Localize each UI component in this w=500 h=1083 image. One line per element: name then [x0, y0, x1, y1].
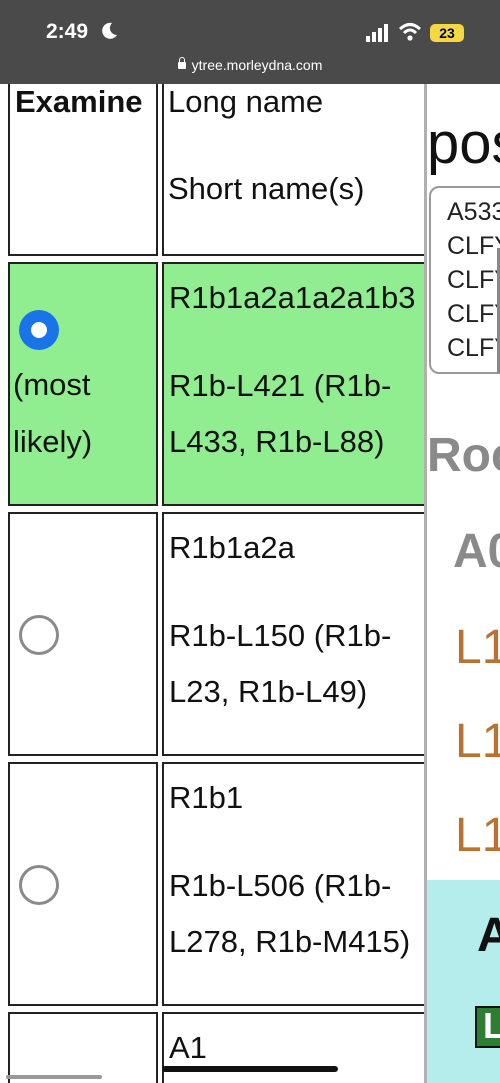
wifi-icon	[398, 23, 422, 41]
status-bar: 2:49 23 ytree.morleydna.com	[0, 0, 500, 84]
cyan-section: A L	[427, 880, 500, 1083]
right-panel: pos A533 CLFY CLFY CLFY CLFY Roc A0 L1 L…	[424, 84, 500, 1083]
header-examine-label: Examine	[15, 84, 143, 119]
header-examine: Examine	[8, 84, 158, 256]
lock-icon	[177, 57, 186, 69]
l1-link[interactable]: L1	[455, 808, 500, 863]
row-2-radio[interactable]	[19, 615, 59, 655]
l1-link[interactable]: L1	[455, 620, 500, 675]
table-row-4-examine	[8, 1012, 158, 1083]
row-2-short-1: R1b-L150 (R1b-	[169, 618, 392, 653]
row-3-long-name: R1b1	[169, 780, 244, 815]
table-row-3-examine	[8, 762, 158, 1006]
positions-listbox[interactable]: A533 CLFY CLFY CLFY CLFY	[429, 186, 500, 374]
green-badge[interactable]: L	[475, 1005, 500, 1048]
header-short-names: Short name(s)	[168, 171, 365, 206]
table-row-2-examine	[8, 512, 158, 756]
table-row-1-names: R1b1a2a1a2a1b3 R1b-L421 (R1b- L433, R1b-…	[162, 262, 424, 506]
moon-icon	[102, 22, 117, 39]
row-1-note-2: likely)	[13, 424, 93, 459]
row-4-long-name: A1	[169, 1030, 207, 1065]
section-heading-roc: Roc	[427, 429, 500, 482]
horizontal-scrollbar[interactable]	[6, 1075, 102, 1079]
row-2-long-name: R1b1a2a	[169, 530, 295, 565]
url-text: ytree.morleydna.com	[191, 57, 323, 73]
haplogroup-table: Examine Long name Short name(s) (most li…	[0, 84, 424, 1083]
listbox-option[interactable]: CLFY	[447, 334, 500, 363]
header-long-name: Long name	[168, 84, 324, 119]
l1-link[interactable]: L1	[455, 714, 500, 769]
signal-icon	[366, 24, 388, 42]
row-2-short-2: L23, R1b-L49)	[169, 674, 368, 709]
listbox-option[interactable]: CLFY	[447, 266, 500, 295]
row-1-note-1: (most	[13, 367, 91, 402]
row-1-short-1: R1b-L421 (R1b-	[169, 368, 392, 403]
badge-letter: L	[483, 1005, 500, 1047]
clock: 2:49	[46, 20, 89, 43]
cyan-section-heading: A	[477, 908, 500, 963]
table-row-4-names: A1	[162, 1012, 424, 1083]
listbox-option[interactable]: CLFY	[447, 300, 500, 329]
row-1-radio[interactable]	[19, 310, 59, 350]
table-row-3-names: R1b1 R1b-L506 (R1b- L278, R1b-M415)	[162, 762, 424, 1006]
row-3-short-1: R1b-L506 (R1b-	[169, 868, 392, 903]
table-row-1-examine: (most likely)	[8, 262, 158, 506]
listbox-option[interactable]: A533	[447, 198, 500, 227]
home-indicator[interactable]	[162, 1066, 338, 1072]
row-1-long-name: R1b1a2a1a2a1b3	[169, 280, 416, 315]
section-heading-a0: A0	[453, 525, 500, 578]
positions-heading: pos	[427, 111, 500, 176]
row-3-radio[interactable]	[19, 865, 59, 905]
listbox-option[interactable]: CLFY	[447, 232, 500, 261]
row-1-short-2: L433, R1b-L88)	[169, 424, 385, 459]
row-3-short-2: L278, R1b-M415)	[169, 924, 411, 959]
battery-indicator: 23	[430, 24, 464, 42]
header-names: Long name Short name(s)	[162, 84, 424, 256]
table-row-2-names: R1b1a2a R1b-L150 (R1b- L23, R1b-L49)	[162, 512, 424, 756]
url-bar[interactable]: ytree.morleydna.com	[0, 57, 500, 73]
